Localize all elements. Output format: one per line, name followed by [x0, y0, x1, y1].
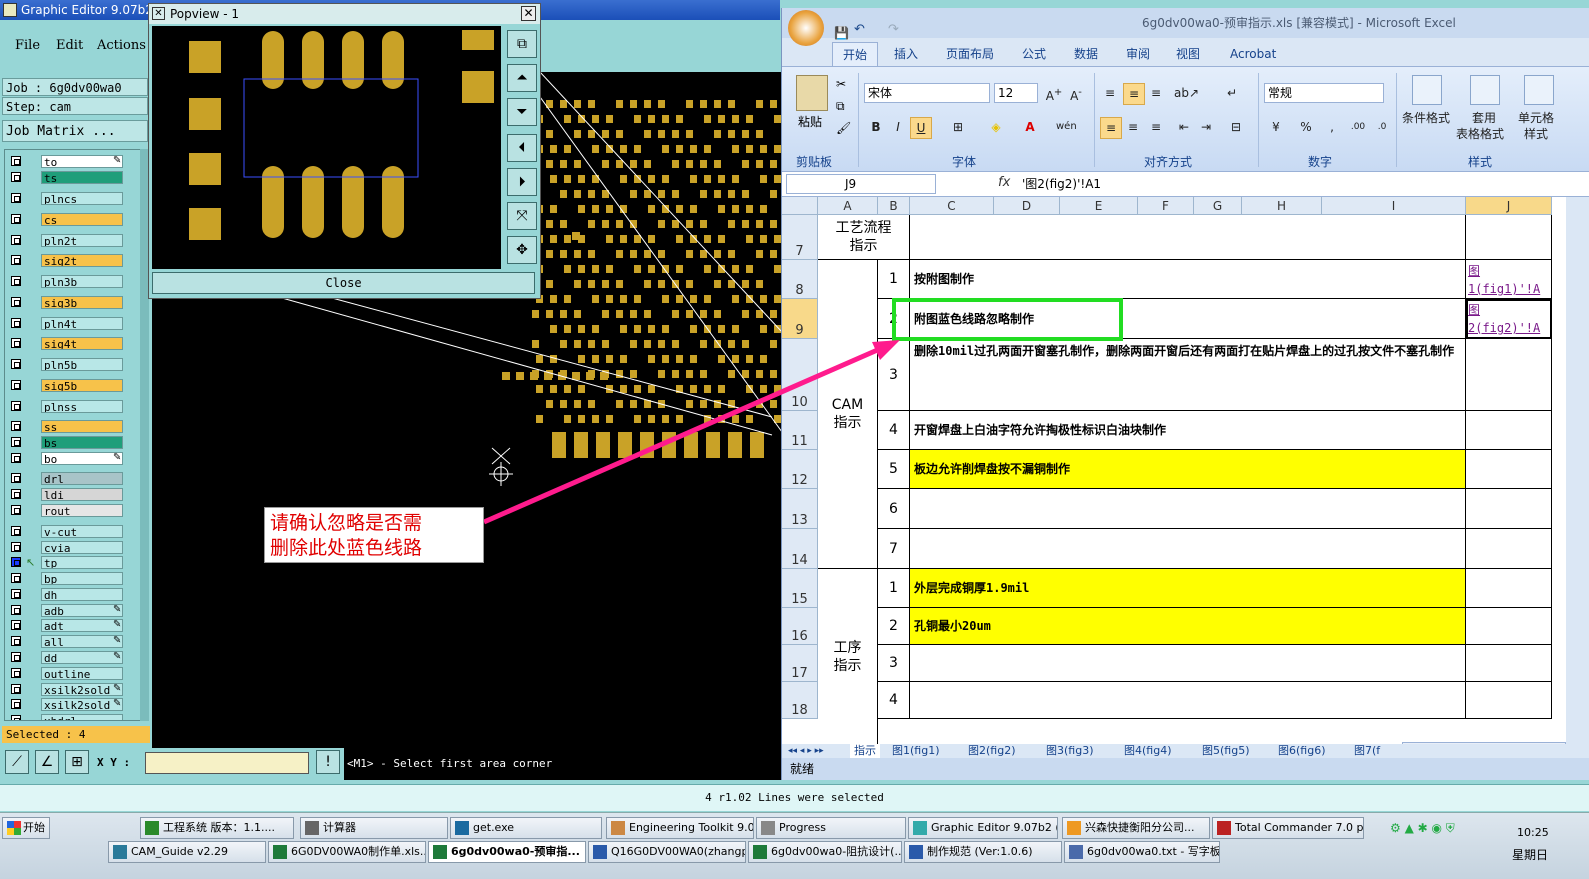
annotation-arrow [482, 345, 884, 525]
taskbar-label: Graphic Editor 9.07b2 (... [931, 821, 1058, 834]
taskbar-label: 兴森快捷衡阳分公司... [1085, 821, 1195, 834]
start-button[interactable]: 开始 [2, 817, 50, 839]
taskbar: 开始 ⚙ ▲ ✱ ◉ ⛨ 10:25 星期日 工程系统 版本：1.1.... 计算… [0, 812, 1589, 879]
app-icon [455, 821, 469, 835]
annotation-callout: 请确认忽略是否需 删除此处蓝色线路 [264, 507, 484, 563]
taskbar-button[interactable]: 6G0DV00WA0制作单.xls... [268, 841, 426, 863]
app-icon [433, 845, 447, 859]
taskbar-label: 工程系统 版本：1.1.... [163, 821, 275, 834]
taskbar-label: Total Commander 7.0 p... [1235, 821, 1364, 834]
app-icon [273, 845, 287, 859]
taskbar-button[interactable]: Graphic Editor 9.07b2 (... [908, 817, 1058, 839]
app-icon [611, 821, 625, 835]
app-icon [909, 845, 923, 859]
taskbar-button[interactable]: 制作规范 (Ver:1.0.6) [904, 841, 1062, 863]
app-icon [753, 845, 767, 859]
taskbar-label: Engineering Toolkit 9.0... [629, 821, 754, 834]
app-icon [113, 845, 127, 859]
taskbar-button[interactable]: get.exe [450, 817, 602, 839]
taskbar-button[interactable]: 6g0dv00wa0.txt - 写字板 [1064, 841, 1220, 863]
clock-day: 星期日 [1512, 848, 1549, 862]
taskbar-button[interactable]: Progress [756, 817, 906, 839]
taskbar-button[interactable]: CAM_Guide v2.29 [108, 841, 266, 863]
app-icon [1067, 821, 1081, 835]
taskbar-label: get.exe [473, 821, 515, 834]
app-icon [761, 821, 775, 835]
start-label: 开始 [23, 821, 45, 834]
taskbar-label: 6g0dv00wa0.txt - 写字板 [1087, 845, 1220, 858]
taskbar-label: 计算器 [323, 821, 356, 834]
arrow-head-icon [872, 340, 900, 360]
highlight-box [892, 298, 1123, 341]
taskbar-label: Q16G0DV00WA0(zhangp... [611, 845, 746, 858]
taskbar-label: 6G0DV00WA0制作单.xls... [291, 845, 426, 858]
taskbar-button[interactable]: 6g0dv00wa0-预审指... [428, 841, 586, 863]
app-icon [1217, 821, 1231, 835]
taskbar-button[interactable]: 兴森快捷衡阳分公司... [1062, 817, 1210, 839]
taskbar-button[interactable]: 6g0dv00wa0-阻抗设计(... [748, 841, 902, 863]
taskbar-button[interactable]: Engineering Toolkit 9.0... [606, 817, 754, 839]
app-icon [593, 845, 607, 859]
windows-logo-icon [7, 821, 21, 835]
taskbar-label: 6g0dv00wa0-阻抗设计(... [771, 845, 902, 858]
taskbar-label: CAM_Guide v2.29 [131, 845, 228, 858]
taskbar-button[interactable]: 计算器 [300, 817, 448, 839]
taskbar-label: 制作规范 (Ver:1.0.6) [927, 845, 1033, 858]
tray-icons: ⚙ ▲ ✱ ◉ ⛨ [1390, 821, 1455, 835]
callout-line-2: 删除此处蓝色线路 [270, 537, 423, 559]
app-icon [913, 821, 927, 835]
app-icon [145, 821, 159, 835]
taskbar-button[interactable]: Total Commander 7.0 p... [1212, 817, 1364, 839]
app-icon [305, 821, 319, 835]
clock-time: 10:25 [1517, 826, 1549, 839]
taskbar-button[interactable]: 工程系统 版本：1.1.... [140, 817, 294, 839]
taskbar-button[interactable]: Q16G0DV00WA0(zhangp... [588, 841, 746, 863]
annotation-overlay [482, 298, 1123, 525]
taskbar-label: 6g0dv00wa0-预审指... [451, 845, 580, 858]
app-icon [1069, 845, 1083, 859]
callout-line-1: 请确认忽略是否需 [270, 512, 423, 534]
taskbar-label: Progress [779, 821, 826, 834]
